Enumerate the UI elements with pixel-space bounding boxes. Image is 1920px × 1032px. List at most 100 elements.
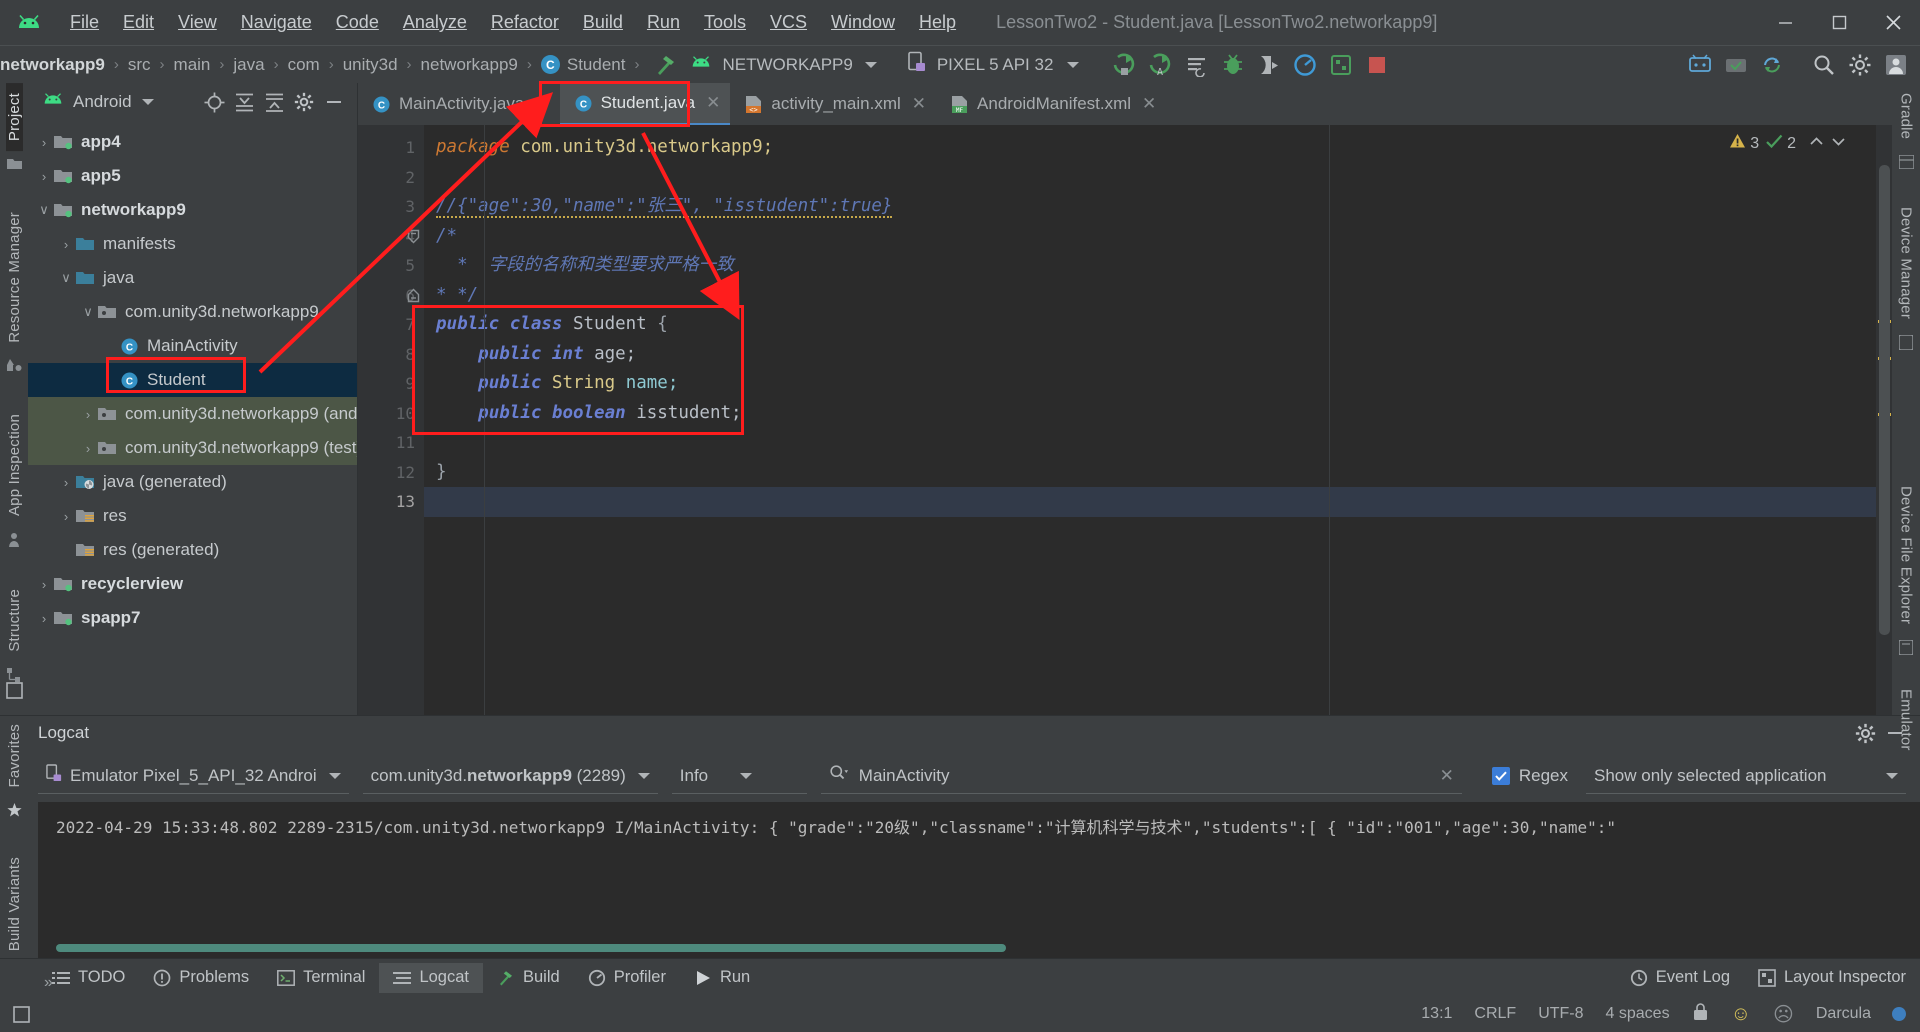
run-configuration-selector[interactable]: NETWORKAPP9 [684, 50, 882, 80]
hammer-icon[interactable] [648, 50, 684, 80]
search-icon[interactable] [1806, 50, 1842, 80]
stop-icon[interactable] [1359, 50, 1395, 80]
bottom-right-tab-layout-inspector[interactable]: Layout Inspector [1744, 963, 1920, 993]
sidebar-tab-device-manager[interactable]: Device Manager [1898, 197, 1915, 329]
bottom-tab-terminal[interactable]: Terminal [263, 963, 379, 993]
menu-run[interactable]: Run [635, 8, 692, 37]
chevron-right-icon[interactable]: › [34, 169, 54, 184]
device-selector[interactable]: PIXEL 5 API 32 [883, 50, 1086, 80]
tree-item[interactable]: C MainActivity [28, 329, 357, 363]
bottom-tab-build[interactable]: Build [483, 963, 574, 993]
chevron-down-icon[interactable] [1831, 135, 1846, 153]
logcat-device-selector[interactable]: Emulator Pixel_5_API_32 Androi [38, 758, 349, 794]
close-tab-icon[interactable]: ✕ [706, 93, 720, 113]
tree-item[interactable]: › app4 [28, 125, 357, 159]
minimize-button[interactable] [1758, 0, 1812, 45]
tree-item[interactable]: › manifests [28, 227, 357, 261]
tree-item[interactable]: › res [28, 499, 357, 533]
profiler-icon[interactable] [1287, 50, 1323, 80]
editor-tab[interactable]: MF AndroidManifest.xml ✕ [936, 83, 1166, 125]
bottom-tab-logcat[interactable]: Logcat [379, 962, 483, 993]
avd-manager-icon[interactable] [1682, 50, 1718, 80]
code-line[interactable]: package com.unity3d.networkapp9; [424, 133, 1876, 163]
code-line[interactable] [424, 428, 1876, 458]
bottom-tab-problems[interactable]: Problems [139, 963, 263, 993]
indent-setting[interactable]: 4 spaces [1595, 1005, 1681, 1023]
happy-face-icon[interactable]: ☺ [1720, 1003, 1762, 1026]
sad-face-icon[interactable]: ☹ [1762, 1002, 1805, 1027]
chevron-down-icon[interactable]: ∨ [34, 202, 54, 218]
editor-scrollbar[interactable] [1876, 125, 1892, 715]
clear-search-icon[interactable]: ✕ [1440, 766, 1454, 786]
code-content[interactable]: package com.unity3d.networkapp9; //{"age… [424, 125, 1876, 715]
breadcrumb-item-2[interactable]: main [174, 55, 211, 75]
chevron-down-icon[interactable] [637, 772, 650, 779]
chevron-down-icon[interactable]: ∨ [56, 270, 76, 286]
logcat-search-box[interactable]: MainActivity ✕ [820, 758, 1462, 794]
close-tab-icon[interactable]: ✕ [912, 94, 926, 114]
chevron-right-icon[interactable]: › [56, 237, 76, 252]
menu-tools[interactable]: Tools [692, 8, 758, 37]
menu-window[interactable]: Window [819, 8, 907, 37]
tree-item[interactable]: ∨ java [28, 261, 357, 295]
warning-count[interactable]: 3 [1729, 133, 1759, 154]
menu-file[interactable]: File [58, 8, 111, 37]
logcat-search-value[interactable]: MainActivity [859, 766, 950, 786]
sidebar-tab-gradle[interactable]: Gradle [1898, 83, 1915, 149]
sidebar-tab-structure[interactable]: Structure [6, 579, 23, 662]
breadcrumb-item-0[interactable]: networkapp9 [0, 55, 105, 75]
apply-changes-icon[interactable] [1179, 50, 1215, 80]
fold-marker-column[interactable] [402, 133, 424, 517]
tree-item[interactable]: › spapp7 [28, 601, 357, 635]
logcat-horizontal-scrollbar[interactable] [56, 944, 1006, 952]
user-icon[interactable] [1878, 50, 1914, 80]
expand-all-icon[interactable] [259, 88, 289, 116]
code-line[interactable] [424, 163, 1876, 193]
breadcrumb-item-7[interactable]: Student [567, 55, 626, 75]
sidebar-tab-project[interactable]: Project [5, 83, 23, 152]
chevron-right-icon[interactable]: › [56, 475, 76, 490]
gear-icon[interactable] [1850, 719, 1880, 747]
sidebar-tab-emulator[interactable]: Emulator [1898, 679, 1915, 761]
bottom-tab-todo[interactable]: TODO [38, 963, 139, 993]
chevron-up-icon[interactable] [1809, 135, 1824, 153]
chevron-right-icon[interactable]: › [34, 577, 54, 592]
editor-tab[interactable]: C MainActivity.java ✕ [358, 83, 560, 125]
maximize-button[interactable] [1812, 0, 1866, 45]
code-line[interactable]: } [424, 458, 1876, 488]
code-line[interactable]: //{"age":30,"name":"张三", "isstudent":tru… [424, 192, 1876, 222]
tree-item[interactable]: › com.unity3d.networkapp9 (test) [28, 431, 357, 465]
theme-label[interactable]: Darcula [1805, 1005, 1882, 1023]
attach-debugger-icon[interactable] [1251, 50, 1287, 80]
breadcrumb-item-5[interactable]: unity3d [343, 55, 398, 75]
bottom-right-tab-event-log[interactable]: Event Log [1616, 963, 1744, 993]
chevron-down-icon[interactable] [864, 61, 877, 68]
code-line[interactable]: /* [424, 222, 1876, 252]
menu-refactor[interactable]: Refactor [479, 8, 571, 37]
line-separator[interactable]: CRLF [1463, 1005, 1527, 1023]
breadcrumb-item-3[interactable]: java [233, 55, 264, 75]
chevron-down-icon[interactable] [740, 772, 753, 779]
tree-item[interactable]: ∨ networkapp9 [28, 193, 357, 227]
chevron-right-icon[interactable]: › [34, 135, 54, 150]
sidebar-tab-app-inspection[interactable]: App Inspection [6, 404, 23, 526]
logcat-regex-toggle[interactable]: Regex [1491, 766, 1568, 786]
logcat-scope-selector[interactable]: Show only selected application [1586, 758, 1906, 794]
code-line[interactable]: public String name; [424, 369, 1876, 399]
sidebar-tab-favorites[interactable]: Favorites [6, 714, 23, 798]
project-structure-icon[interactable] [10, 1005, 32, 1023]
menu-code[interactable]: Code [324, 8, 391, 37]
code-line[interactable]: public boolean isstudent; [424, 399, 1876, 429]
search-icon[interactable] [829, 764, 849, 787]
minimize-panel-icon[interactable] [319, 88, 349, 116]
sdk-manager-icon[interactable] [1718, 50, 1754, 80]
fold-end-icon[interactable] [402, 281, 424, 311]
chevron-down-icon[interactable] [328, 772, 341, 779]
logcat-expand-icon[interactable]: » [44, 974, 53, 992]
checkbox-checked-icon[interactable] [1491, 767, 1510, 785]
tree-item[interactable]: › java (generated) [28, 465, 357, 499]
chevron-down-icon[interactable] [1886, 772, 1898, 779]
menu-vcs[interactable]: VCS [758, 8, 819, 37]
tree-item[interactable]: › app5 [28, 159, 357, 193]
run-icon[interactable] [1107, 50, 1143, 80]
